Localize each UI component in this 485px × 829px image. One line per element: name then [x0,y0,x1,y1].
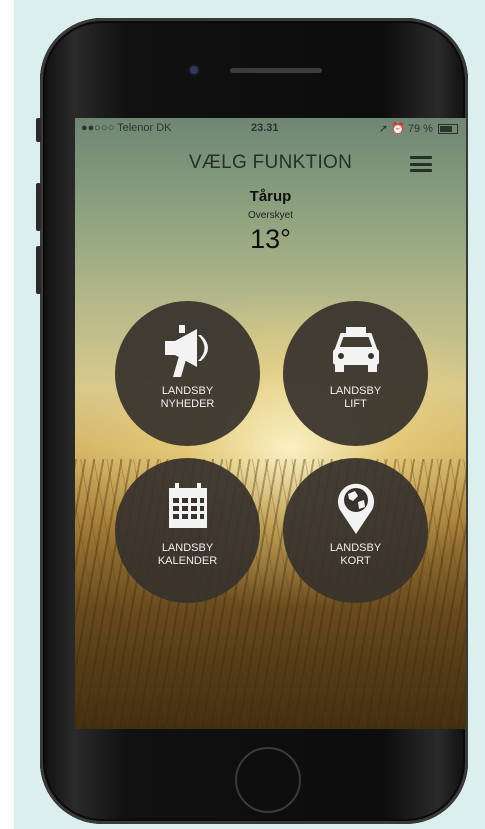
mute-switch [36,118,41,142]
tile-landsby-nyheder[interactable]: LANDSBY NYHEDER [115,301,260,446]
car-icon [325,323,387,379]
carrier-label: ●●○○○ Telenor DK [81,122,172,134]
map-pin-globe-icon [325,480,387,536]
clock: 23.31 [251,122,279,134]
volume-up-button [36,183,41,231]
tile-landsby-lift[interactable]: LANDSBY LIFT [283,301,428,446]
calendar-icon [157,480,219,536]
home-button[interactable] [235,747,301,813]
tile-landsby-kalender[interactable]: LANDSBY KALENDER [115,458,260,603]
front-camera [190,66,198,74]
location-arrow-icon: ➚ [378,123,389,135]
tile-label: LANDSBY KALENDER [157,542,218,567]
weather-temperature: 13° [250,224,291,254]
tile-label: LANDSBY LIFT [329,385,382,410]
earpiece-speaker [230,68,322,73]
status-bar: ●●○○○ Telenor DK 23.31 ➚ ⏰ 79 % [75,118,466,138]
weather-condition: Overskyet [247,210,293,221]
alarm-icon: ⏰ [391,123,405,135]
battery-status: ➚ ⏰ 79 % [379,122,458,135]
megaphone-icon [157,323,219,379]
tile-label: LANDSBY NYHEDER [160,385,215,410]
battery-icon [438,124,458,135]
weather-location: Tårup [249,188,292,205]
page-title: VÆLG FUNKTION [188,152,353,173]
app-screen: ●●○○○ Telenor DK 23.31 ➚ ⏰ 79 % VÆLG FUN… [75,118,466,729]
hamburger-menu-icon[interactable] [410,156,432,172]
volume-down-button [36,246,41,294]
battery-percent: 79 % [407,123,433,135]
tile-label: LANDSBY KORT [329,542,382,567]
tile-landsby-kort[interactable]: LANDSBY KORT [283,458,428,603]
